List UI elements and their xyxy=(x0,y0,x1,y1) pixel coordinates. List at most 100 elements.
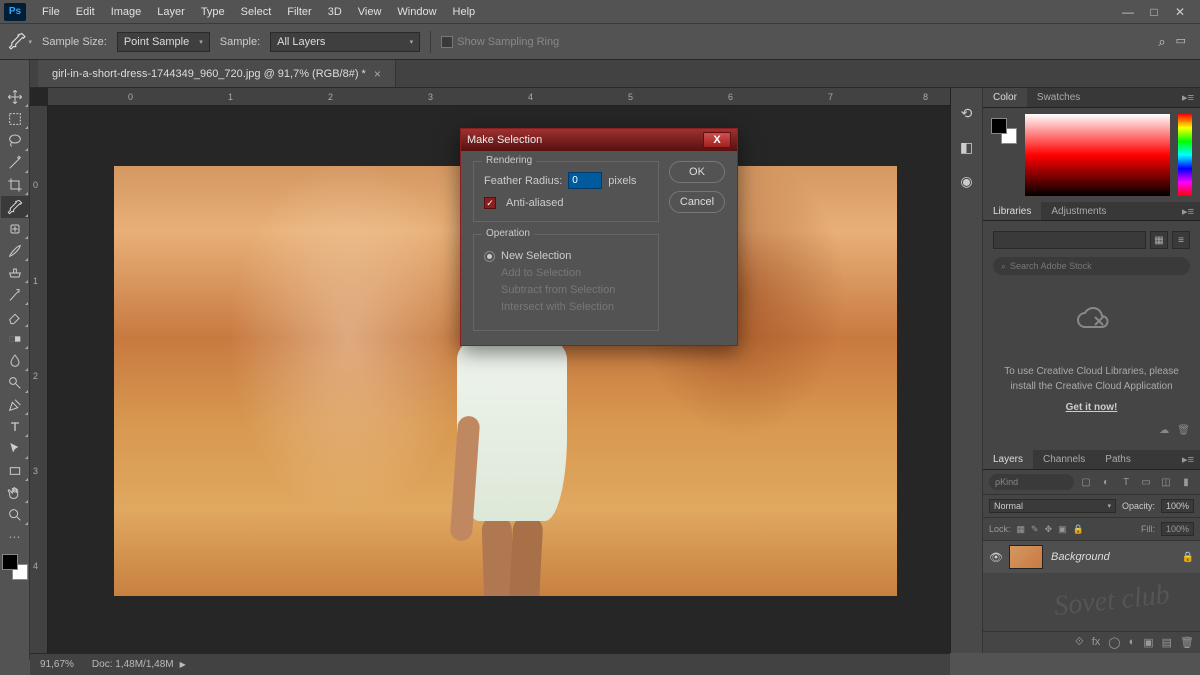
menu-window[interactable]: Window xyxy=(389,0,444,24)
lock-artboard-icon[interactable]: ▣ xyxy=(1058,524,1067,535)
sample-layers-select[interactable]: All Layers▾ xyxy=(270,32,420,52)
type-tool[interactable] xyxy=(1,416,29,438)
menu-filter[interactable]: Filter xyxy=(279,0,319,24)
zoom-level[interactable]: 91,67% xyxy=(40,659,74,670)
hue-slider[interactable] xyxy=(1178,114,1192,196)
current-tool-icon[interactable]: ▾ xyxy=(8,30,32,54)
libraries-panel-menu-icon[interactable]: ▸≡ xyxy=(1176,202,1200,221)
menu-3d[interactable]: 3D xyxy=(320,0,350,24)
hand-tool[interactable] xyxy=(1,482,29,504)
lock-brush-icon[interactable]: ✎ xyxy=(1031,524,1039,535)
ruler-vertical[interactable]: 01234 xyxy=(30,106,48,653)
layer-visibility-icon[interactable]: 👁 xyxy=(989,551,1001,564)
show-sampling-ring-checkbox[interactable]: Show Sampling Ring xyxy=(441,36,559,48)
new-group-icon[interactable]: ▣ xyxy=(1143,636,1153,649)
blur-tool[interactable] xyxy=(1,350,29,372)
library-select[interactable] xyxy=(993,231,1146,249)
window-close-button[interactable]: ✕ xyxy=(1168,3,1192,21)
filter-toggle-icon[interactable]: ▮ xyxy=(1178,474,1194,490)
op-new-selection-radio[interactable]: New Selection xyxy=(484,250,648,262)
new-adjustment-icon[interactable]: ◐ xyxy=(1129,636,1136,649)
move-tool[interactable] xyxy=(1,86,29,108)
fill-value[interactable]: 100% xyxy=(1161,522,1194,536)
menu-file[interactable]: File xyxy=(34,0,68,24)
library-grid-view-icon[interactable]: ▦ xyxy=(1150,231,1168,249)
window-minimize-button[interactable]: — xyxy=(1116,3,1140,21)
tab-color[interactable]: Color xyxy=(983,88,1027,107)
library-get-it-link[interactable]: Get it now! xyxy=(993,402,1190,413)
menu-view[interactable]: View xyxy=(350,0,390,24)
marquee-tool[interactable] xyxy=(1,108,29,130)
foreground-background-colors[interactable] xyxy=(2,554,28,580)
layer-mask-icon[interactable]: ◯ xyxy=(1108,636,1120,649)
doc-info-chevron-icon[interactable]: ▶ xyxy=(180,660,186,669)
search-icon[interactable]: ⌕ xyxy=(1158,34,1165,50)
color-panel-fgbg[interactable] xyxy=(991,118,1017,144)
properties-panel-icon[interactable]: ◧ xyxy=(957,138,977,156)
3d-panel-icon[interactable]: ◉ xyxy=(957,172,977,190)
color-panel-menu-icon[interactable]: ▸≡ xyxy=(1176,88,1200,107)
filter-image-icon[interactable]: ▢ xyxy=(1078,474,1094,490)
pen-tool[interactable] xyxy=(1,394,29,416)
tab-channels[interactable]: Channels xyxy=(1033,450,1095,469)
color-spectrum[interactable] xyxy=(1025,114,1170,196)
menu-image[interactable]: Image xyxy=(103,0,150,24)
dodge-tool[interactable] xyxy=(1,372,29,394)
brush-tool[interactable] xyxy=(1,240,29,262)
layer-filter-search[interactable]: ρ Kind xyxy=(989,474,1074,490)
feather-radius-input[interactable] xyxy=(568,172,602,189)
new-layer-icon[interactable]: ▤ xyxy=(1162,636,1172,649)
library-search-input[interactable]: ⌕Search Adobe Stock xyxy=(993,257,1190,275)
path-selection-tool[interactable] xyxy=(1,438,29,460)
menu-help[interactable]: Help xyxy=(445,0,484,24)
opacity-value[interactable]: 100% xyxy=(1161,499,1194,513)
history-panel-icon[interactable]: ⟲ xyxy=(957,104,977,122)
tab-paths[interactable]: Paths xyxy=(1095,450,1141,469)
menu-type[interactable]: Type xyxy=(193,0,233,24)
sample-size-select[interactable]: Point Sample▾ xyxy=(117,32,210,52)
dialog-close-button[interactable]: X xyxy=(703,132,731,148)
lock-position-icon[interactable]: ✥ xyxy=(1045,524,1053,535)
zoom-tool[interactable] xyxy=(1,504,29,526)
trash-icon[interactable]: 🗑 xyxy=(1177,425,1190,436)
doc-info[interactable]: Doc: 1,48M/1,48M xyxy=(92,659,174,670)
rectangle-tool[interactable] xyxy=(1,460,29,482)
ruler-horizontal[interactable]: 012345678 xyxy=(48,88,950,106)
document-tab[interactable]: girl-in-a-short-dress-1744349_960_720.jp… xyxy=(38,60,396,87)
tab-layers[interactable]: Layers xyxy=(983,450,1033,469)
dialog-title-bar[interactable]: Make Selection X xyxy=(461,129,737,151)
clone-stamp-tool[interactable] xyxy=(1,262,29,284)
library-list-view-icon[interactable]: ≡ xyxy=(1172,231,1190,249)
crop-tool[interactable] xyxy=(1,174,29,196)
ok-button[interactable]: OK xyxy=(669,161,725,183)
cloud-sync-icon[interactable]: ☁ xyxy=(1159,425,1169,436)
layers-panel-menu-icon[interactable]: ▸≡ xyxy=(1176,450,1200,469)
filter-adjust-icon[interactable]: ◐ xyxy=(1098,474,1114,490)
lock-all-icon[interactable]: 🔒 xyxy=(1073,524,1084,535)
layer-lock-icon[interactable]: 🔒 xyxy=(1182,552,1194,563)
filter-shape-icon[interactable]: ▭ xyxy=(1138,474,1154,490)
menu-layer[interactable]: Layer xyxy=(149,0,193,24)
document-tab-close-icon[interactable]: × xyxy=(374,67,381,81)
layer-row-background[interactable]: 👁 Background 🔒 xyxy=(983,541,1200,573)
healing-brush-tool[interactable] xyxy=(1,218,29,240)
menu-select[interactable]: Select xyxy=(233,0,280,24)
filter-smart-icon[interactable]: ◫ xyxy=(1158,474,1174,490)
gradient-tool[interactable] xyxy=(1,328,29,350)
layer-name[interactable]: Background xyxy=(1051,551,1110,563)
eyedropper-tool[interactable] xyxy=(1,196,29,218)
cancel-button[interactable]: Cancel xyxy=(669,191,725,213)
link-layers-icon[interactable]: ⟐ xyxy=(1075,636,1084,649)
lasso-tool[interactable] xyxy=(1,130,29,152)
history-brush-tool[interactable] xyxy=(1,284,29,306)
lock-pixels-icon[interactable]: ▦ xyxy=(1017,524,1026,535)
tab-adjustments[interactable]: Adjustments xyxy=(1041,202,1116,221)
magic-wand-tool[interactable] xyxy=(1,152,29,174)
layer-fx-icon[interactable]: fx xyxy=(1092,636,1101,649)
anti-aliased-checkbox[interactable]: ✓Anti-aliased xyxy=(484,197,648,209)
menu-edit[interactable]: Edit xyxy=(68,0,103,24)
tab-libraries[interactable]: Libraries xyxy=(983,202,1041,221)
tab-swatches[interactable]: Swatches xyxy=(1027,88,1090,107)
edit-toolbar-icon[interactable]: ⋯ xyxy=(1,526,29,548)
layer-thumbnail[interactable] xyxy=(1009,545,1043,569)
